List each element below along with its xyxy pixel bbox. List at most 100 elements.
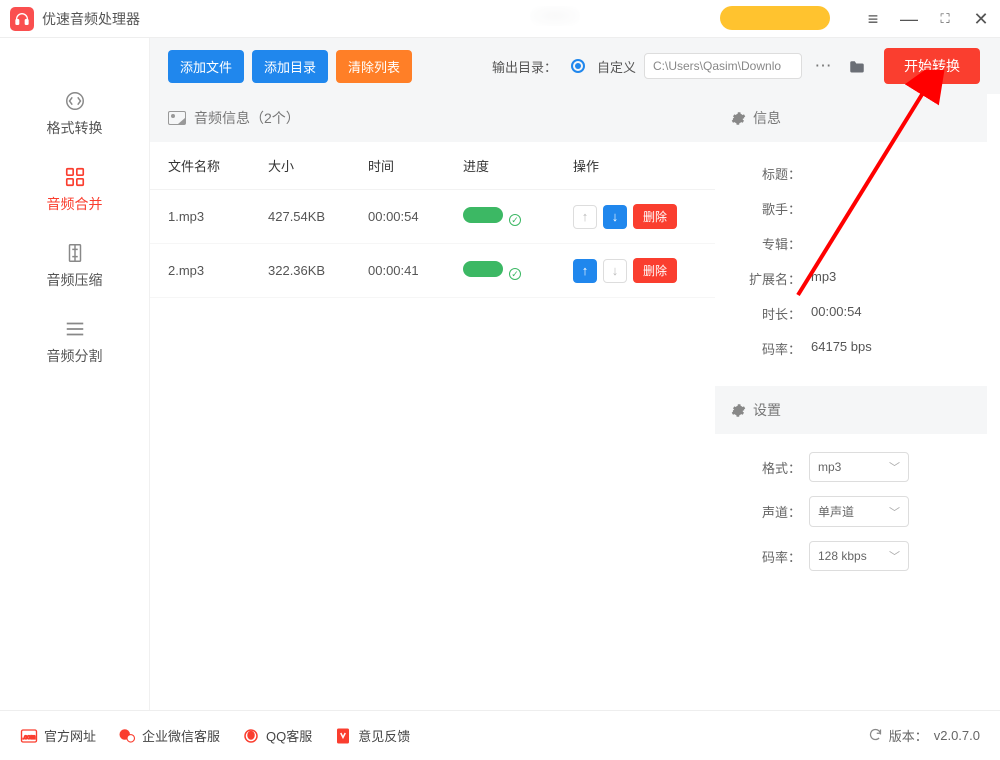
cell-progress: ✓ — [463, 261, 573, 281]
info-key: 专辑： — [731, 234, 801, 253]
check-icon: ✓ — [509, 268, 521, 280]
wechat-support-link[interactable]: 企业微信客服 — [118, 726, 220, 745]
sidebar-item-label: 格式转换 — [47, 118, 103, 138]
col-progress: 进度 — [463, 156, 573, 175]
delete-button[interactable]: 删除 — [633, 258, 677, 283]
qq-support-link[interactable]: QQ客服 — [242, 726, 312, 745]
custom-dir-radio[interactable] — [571, 59, 585, 73]
chevron-down-icon: ﹀ — [889, 548, 900, 564]
gear-icon — [731, 403, 746, 418]
move-up-button[interactable]: ↑ — [573, 259, 597, 283]
qq-icon — [242, 727, 260, 745]
cell-ops: ↑ ↓ 删除 — [573, 258, 697, 283]
more-icon[interactable]: ⋯ — [810, 53, 836, 79]
sidebar-item-label: 音频分割 — [47, 346, 103, 366]
footer-label: 企业微信客服 — [142, 726, 220, 745]
info-section: 标题： 歌手： 专辑： 扩展名：mp3 时长：00:00:54 码率：64175… — [715, 142, 987, 386]
col-size: 大小 — [268, 156, 368, 175]
globe-icon: .com — [20, 727, 38, 745]
add-dir-button[interactable]: 添加目录 — [252, 50, 328, 83]
split-icon — [64, 318, 86, 340]
clear-list-button[interactable]: 清除列表 — [336, 50, 412, 83]
refresh-icon — [868, 727, 883, 745]
window-controls: ≡ — ⛶ ✕ — [864, 0, 990, 38]
gear-icon — [731, 111, 746, 126]
footer: .com 官方网址 企业微信客服 QQ客服 意见反馈 版本： v2.0.7.0 — [0, 710, 1000, 760]
cell-time: 00:00:41 — [368, 263, 463, 278]
chevron-down-icon: ﹀ — [889, 459, 900, 475]
info-key: 码率： — [731, 339, 801, 358]
info-value: 64175 bps — [811, 339, 872, 358]
info-key: 歌手： — [731, 199, 801, 218]
official-site-link[interactable]: .com 官方网址 — [20, 726, 96, 745]
wechat-icon — [118, 727, 136, 745]
cell-size: 427.54KB — [268, 209, 368, 224]
format-select[interactable]: mp3﹀ — [809, 452, 909, 482]
table-header: 文件名称 大小 时间 进度 操作 — [150, 142, 715, 190]
info-header: 信息 — [715, 94, 987, 142]
list-header-title: 音频信息（2个） — [194, 108, 300, 128]
delete-button[interactable]: 删除 — [633, 204, 677, 229]
version-label: 版本： — [889, 726, 928, 745]
cell-progress: ✓ — [463, 207, 573, 227]
col-op: 操作 — [573, 156, 697, 175]
toolbar: 添加文件 添加目录 清除列表 输出目录： 自定义 C:\Users\Qasim\… — [150, 38, 1000, 94]
info-key: 时长： — [731, 304, 801, 323]
cell-ops: ↑ ↓ 删除 — [573, 204, 697, 229]
info-value: mp3 — [811, 269, 836, 288]
sidebar-item-audio-compress[interactable]: 音频压缩 — [0, 228, 149, 304]
footer-label: 官方网址 — [44, 726, 96, 745]
col-name: 文件名称 — [168, 156, 268, 175]
right-panel: 信息 标题： 歌手： 专辑： 扩展名：mp3 时长：00:00:54 码率：64… — [715, 94, 987, 710]
sidebar-item-label: 音频合并 — [47, 194, 103, 214]
feedback-icon — [334, 727, 352, 745]
folder-icon[interactable] — [844, 53, 870, 79]
cell-size: 322.36KB — [268, 263, 368, 278]
compress-icon — [64, 242, 86, 264]
cell-name: 2.mp3 — [168, 263, 268, 278]
sidebar-item-audio-split[interactable]: 音频分割 — [0, 304, 149, 380]
settings-header: 设置 — [715, 386, 987, 434]
info-key: 扩展名： — [731, 269, 801, 288]
setting-key: 声道： — [731, 502, 801, 521]
main-panel: 音频信息（2个） 文件名称 大小 时间 进度 操作 1.mp3 427.54KB… — [150, 94, 715, 710]
maximize-icon[interactable]: ⛶ — [936, 10, 954, 28]
table-row[interactable]: 2.mp3 322.36KB 00:00:41 ✓ ↑ ↓ 删除 — [150, 244, 715, 298]
footer-label: QQ客服 — [266, 726, 312, 745]
move-down-button[interactable]: ↓ — [603, 205, 627, 229]
sidebar: 格式转换 音频合并 音频压缩 音频分割 — [0, 38, 150, 710]
version-info[interactable]: 版本： v2.0.7.0 — [868, 726, 980, 745]
setting-key: 格式： — [731, 458, 801, 477]
output-path-input[interactable]: C:\Users\Qasim\Downlo — [644, 53, 802, 79]
minimize-icon[interactable]: — — [900, 10, 918, 28]
setting-key: 码率： — [731, 547, 801, 566]
image-icon — [168, 111, 186, 125]
sidebar-item-audio-merge[interactable]: 音频合并 — [0, 152, 149, 228]
info-header-title: 信息 — [753, 108, 781, 128]
table-row[interactable]: 1.mp3 427.54KB 00:00:54 ✓ ↑ ↓ 删除 — [150, 190, 715, 244]
decorative-blur — [530, 6, 580, 26]
bitrate-select[interactable]: 128 kbps﹀ — [809, 541, 909, 571]
app-logo — [10, 7, 34, 31]
list-header: 音频信息（2个） — [150, 94, 715, 142]
cell-time: 00:00:54 — [368, 209, 463, 224]
custom-dir-label: 自定义 — [597, 57, 636, 76]
title-bar: 优速音频处理器 ≡ — ⛶ ✕ — [0, 0, 1000, 38]
check-icon: ✓ — [509, 214, 521, 226]
menu-icon[interactable]: ≡ — [864, 10, 882, 28]
info-key: 标题： — [731, 164, 801, 183]
sidebar-item-format-convert[interactable]: 格式转换 — [0, 76, 149, 152]
settings-header-title: 设置 — [753, 400, 781, 420]
sidebar-item-label: 音频压缩 — [47, 270, 103, 290]
col-time: 时间 — [368, 156, 463, 175]
channel-select[interactable]: 单声道﹀ — [809, 496, 909, 527]
footer-label: 意见反馈 — [358, 726, 410, 745]
svg-text:.com: .com — [22, 735, 35, 741]
chevron-down-icon: ﹀ — [889, 504, 900, 520]
close-icon[interactable]: ✕ — [972, 10, 990, 28]
promo-badge[interactable] — [720, 6, 830, 30]
feedback-link[interactable]: 意见反馈 — [334, 726, 410, 745]
add-file-button[interactable]: 添加文件 — [168, 50, 244, 83]
start-convert-button[interactable]: 开始转换 — [884, 48, 980, 84]
output-dir-label: 输出目录： — [492, 57, 557, 76]
